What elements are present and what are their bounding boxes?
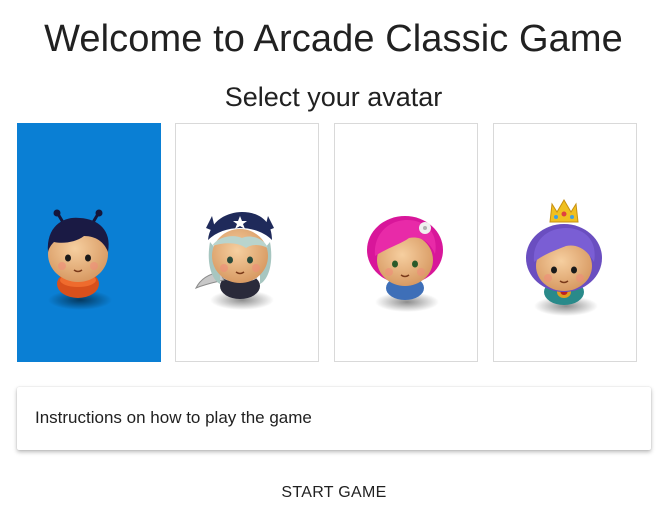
avatar-card-princess[interactable] — [493, 123, 637, 362]
avatar-selection-page: Welcome to Arcade Classic Game Select yo… — [0, 0, 667, 520]
avatar-card-boy[interactable] — [17, 123, 161, 362]
instructions-label: Instructions on how to play the game — [35, 408, 312, 427]
instructions-panel[interactable]: Instructions on how to play the game — [17, 387, 651, 450]
avatar-list — [17, 123, 638, 362]
pirate-girl-avatar-icon — [194, 212, 274, 310]
page-subtitle: Select your avatar — [224, 82, 443, 112]
avatar-card-pink-hair[interactable] — [334, 123, 478, 362]
pink-hair-girl-avatar-icon — [367, 216, 443, 312]
boy-antennae-avatar-icon — [47, 209, 112, 310]
page-title: Welcome to Arcade Classic Game — [44, 18, 623, 60]
start-game-button[interactable]: START GAME — [270, 478, 398, 508]
avatar-card-pirate[interactable] — [175, 123, 319, 362]
princess-avatar-icon — [526, 199, 602, 316]
